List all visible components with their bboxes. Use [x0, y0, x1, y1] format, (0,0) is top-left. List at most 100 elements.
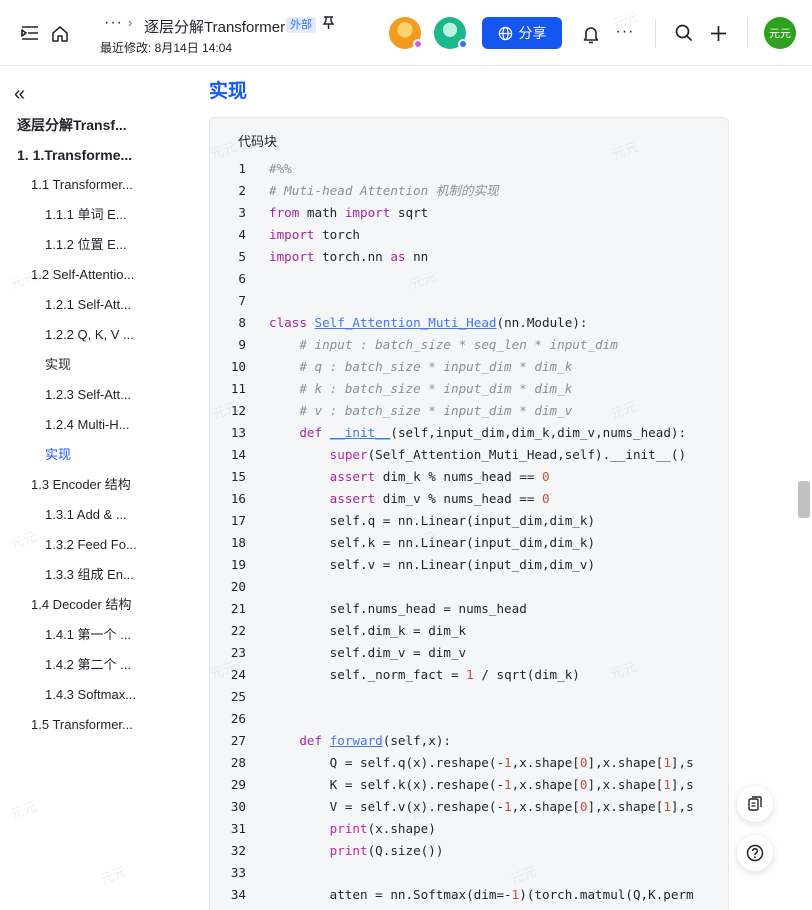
toc-item[interactable]: 1.4 Decoder 结构 [31, 596, 131, 614]
watermark: 元元 [8, 798, 39, 822]
code-text: self.k = nn.Linear(input_dim,dim_k) [269, 535, 596, 550]
toc-item[interactable]: 1.3.3 组成 En... [45, 566, 134, 584]
plus-icon[interactable] [706, 21, 730, 45]
toc-item[interactable]: 1.3.1 Add & ... [45, 506, 127, 524]
code-text: K = self.k(x).reshape(-1,x.shape[0],x.sh… [269, 777, 694, 792]
toc-item[interactable]: 1.4.3 Softmax... [45, 686, 136, 704]
line-number: 32 [230, 843, 246, 858]
code-line: 15 assert dim_k % nums_head == 0 [210, 466, 728, 488]
toc-item[interactable]: 1.2.4 Multi-H... [45, 416, 130, 434]
home-icon[interactable] [48, 21, 72, 45]
toc-item[interactable]: 1.3 Encoder 结构 [31, 476, 131, 494]
bell-icon[interactable] [579, 22, 603, 46]
copy-doc-button[interactable] [737, 786, 773, 822]
collaborator-avatar[interactable] [389, 17, 423, 49]
line-number: 16 [230, 491, 246, 506]
code-text: from math import sqrt [269, 205, 429, 220]
code-line: 3 from math import sqrt [210, 202, 728, 224]
code-line: 19 self.v = nn.Linear(input_dim,dim_v) [210, 554, 728, 576]
line-number: 18 [230, 535, 246, 550]
search-icon[interactable] [672, 21, 696, 45]
code-text: import torch [269, 227, 360, 242]
toc-item[interactable]: 1.1 Transformer... [31, 176, 133, 194]
code-text: V = self.v(x).reshape(-1,x.shape[0],x.sh… [269, 799, 694, 814]
line-number: 5 [238, 249, 246, 264]
code-line: 22 self.dim_k = dim_k [210, 620, 728, 642]
breadcrumb-more-button[interactable]: ··· [104, 14, 123, 32]
toc-item[interactable]: 1. 1.Transforme... [17, 146, 132, 164]
globe-icon [498, 26, 512, 40]
line-number: 1 [238, 161, 246, 176]
line-number: 29 [230, 777, 246, 792]
code-line: 11 # k : batch_size * input_dim * dim_k [210, 378, 728, 400]
code-text: print(x.shape) [329, 821, 436, 836]
document-title[interactable]: 逐层分解Transformer [144, 16, 285, 37]
external-tag: 外部 [286, 17, 316, 33]
user-avatar[interactable]: 元元 [764, 17, 796, 49]
line-number: 22 [230, 623, 246, 638]
code-text: import torch.nn as nn [269, 249, 429, 264]
share-button[interactable]: 分享 [482, 17, 562, 49]
line-number: 26 [230, 711, 246, 726]
collaborator-avatar[interactable] [434, 17, 468, 49]
code-line: 18 self.k = nn.Linear(input_dim,dim_k) [210, 532, 728, 554]
code-text: self.v = nn.Linear(input_dim,dim_v) [269, 557, 596, 572]
code-text: Q = self.q(x).reshape(-1,x.shape[0],x.sh… [269, 755, 694, 770]
toc-item[interactable]: 1.2.2 Q, K, V ... [45, 326, 134, 344]
code-text: print(Q.size()) [329, 843, 444, 858]
expand-sidebar-icon[interactable] [18, 21, 42, 45]
code-line: 27 def forward(self,x): [210, 730, 728, 752]
toc-item[interactable]: 实现 [45, 356, 71, 374]
code-line: 30 V = self.v(x).reshape(-1,x.shape[0],x… [210, 796, 728, 818]
code-line: 9 # input : batch_size * seq_len * input… [210, 334, 728, 356]
code-line: 14 super(Self_Attention_Muti_Head,self).… [210, 444, 728, 466]
toc-item[interactable]: 1.4.1 第一个 ... [45, 626, 131, 644]
watermark: 元元 [98, 863, 129, 887]
line-number: 3 [238, 205, 246, 220]
line-number: 21 [230, 601, 246, 616]
toc-item[interactable]: 1.4.2 第二个 ... [45, 656, 131, 674]
line-number: 30 [230, 799, 246, 814]
line-number: 10 [230, 359, 246, 374]
toc-item[interactable]: 1.1.2 位置 E... [45, 236, 127, 254]
line-number: 6 [238, 271, 246, 286]
code-line: 28 Q = self.q(x).reshape(-1,x.shape[0],x… [210, 752, 728, 774]
toc-item[interactable]: 1.5 Transformer... [31, 716, 133, 734]
section-heading: 实现 [209, 81, 248, 102]
toc-item[interactable]: 1.2.3 Self-Att... [45, 386, 131, 404]
toc-item[interactable]: 实现 [45, 446, 71, 464]
help-button[interactable] [737, 835, 773, 871]
line-number: 17 [230, 513, 246, 528]
code-line: 24 self._norm_fact = 1 / sqrt(dim_k) [210, 664, 728, 686]
code-line: 25 [210, 686, 728, 708]
code-text: def __init__(self,input_dim,dim_k,dim_v,… [299, 425, 687, 440]
code-line: 33 [210, 862, 728, 884]
toc-item[interactable]: 1.3.2 Feed Fo... [45, 536, 137, 554]
toc-item[interactable]: 1.2 Self-Attentio... [31, 266, 134, 284]
line-number: 12 [230, 403, 246, 418]
code-line: 8 class Self_Attention_Muti_Head(nn.Modul… [210, 312, 728, 334]
code-text: # v : batch_size * input_dim * dim_v [299, 403, 573, 418]
scrollbar-thumb[interactable] [798, 481, 810, 518]
code-text: class Self_Attention_Muti_Head(nn.Module… [269, 315, 588, 330]
code-line: 1 #%% [210, 158, 728, 180]
toc-doc-title[interactable]: 逐层分解Transf... [17, 116, 127, 134]
status-dot [413, 39, 423, 49]
code-line: 31 print(x.shape) [210, 818, 728, 840]
toc-item[interactable]: 1.2.1 Self-Att... [45, 296, 131, 314]
code-line: 26 [210, 708, 728, 730]
code-text: self.dim_v = dim_v [269, 645, 467, 660]
code-text: self.q = nn.Linear(input_dim,dim_k) [269, 513, 596, 528]
breadcrumb-separator-icon: › [128, 15, 133, 30]
code-line: 7 [210, 290, 728, 312]
collapse-sidebar-button[interactable]: « [14, 84, 25, 104]
code-text: assert dim_k % nums_head == 0 [329, 469, 550, 484]
last-modified-text: 最近修改: 8月14日 14:04 [100, 41, 233, 55]
code-block[interactable]: 代码块 1 #%% 2 # Muti-head Attention 机制的实现 3 fro… [209, 117, 729, 910]
toc-item[interactable]: 1.1.1 单词 E... [45, 206, 127, 224]
line-number: 20 [230, 579, 246, 594]
code-line: 34 atten = nn.Softmax(dim=-1)(torch.matm… [210, 884, 728, 906]
line-number: 8 [238, 315, 246, 330]
pin-icon[interactable] [322, 16, 335, 33]
more-options-icon[interactable]: ··· [613, 20, 637, 44]
